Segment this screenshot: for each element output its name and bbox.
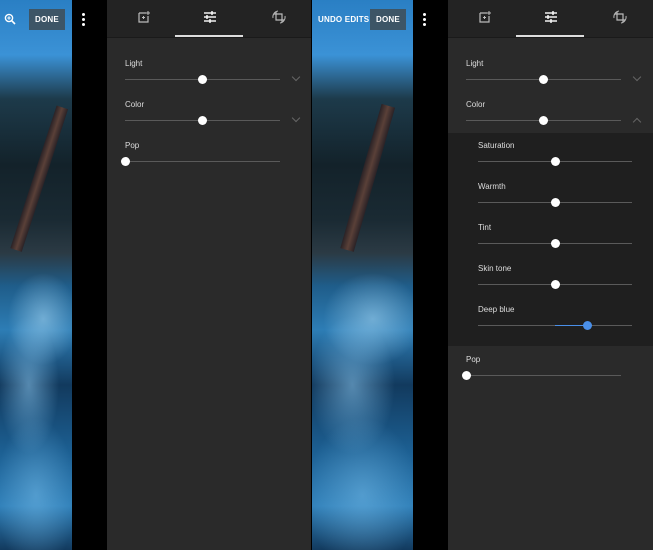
pop-slider[interactable]	[120, 157, 280, 166]
slider-label: Skin tone	[478, 264, 512, 273]
pop-slider[interactable]	[461, 371, 621, 380]
adjust-sliders-icon	[544, 10, 558, 29]
undo-edits-button[interactable]: UNDO EDITS	[318, 15, 369, 24]
light-slider[interactable]	[125, 75, 280, 84]
color-slider[interactable]	[466, 116, 621, 125]
slider-label: Light	[125, 59, 143, 68]
deep-blue-slider[interactable]	[478, 321, 632, 330]
crop-rotate-icon	[612, 9, 628, 30]
chevron-down-icon[interactable]	[291, 113, 301, 123]
photo-preview	[312, 0, 413, 550]
light-slider[interactable]	[466, 75, 621, 84]
chevron-up-icon[interactable]	[632, 117, 642, 127]
color-expanded-section	[448, 133, 653, 346]
auto-enhance-tab[interactable]	[134, 9, 154, 29]
adjust-sliders-tab[interactable]	[541, 9, 561, 29]
slider-thumb[interactable]	[539, 75, 548, 84]
slider-label: Warmth	[478, 182, 506, 191]
skin-tone-slider[interactable]	[478, 280, 632, 289]
chevron-down-icon[interactable]	[632, 72, 642, 82]
warmth-slider[interactable]	[478, 198, 632, 207]
auto-enhance-tab[interactable]	[475, 9, 495, 29]
done-button[interactable]: DONE	[370, 9, 406, 30]
adjust-panel: Light Color Saturation Warmth Tint Skin tone D…	[448, 0, 653, 550]
adjust-sliders-icon	[203, 10, 217, 29]
slider-thumb[interactable]	[550, 198, 560, 207]
slider-thumb[interactable]	[198, 116, 207, 125]
slider-thumb[interactable]	[120, 157, 130, 166]
crop-rotate-tab[interactable]	[269, 9, 289, 29]
tint-slider[interactable]	[478, 239, 632, 248]
slider-thumb[interactable]	[461, 371, 471, 380]
photo-preview	[0, 0, 72, 550]
done-button[interactable]: DONE	[29, 9, 65, 30]
crop-rotate-tab[interactable]	[610, 9, 630, 29]
crop-rotate-icon	[271, 9, 287, 30]
slider-label: Light	[466, 59, 484, 68]
adjust-sliders-tab[interactable]	[200, 9, 220, 29]
slider-thumb[interactable]	[550, 280, 560, 289]
slider-thumb[interactable]	[539, 116, 548, 125]
slider-thumb[interactable]	[582, 321, 592, 330]
auto-enhance-icon	[137, 10, 151, 29]
color-slider[interactable]	[125, 116, 280, 125]
slider-label: Tint	[478, 223, 492, 232]
slider-label: Color	[466, 100, 486, 109]
more-vertical-icon[interactable]	[82, 13, 85, 26]
auto-enhance-icon	[478, 10, 492, 29]
more-vertical-icon[interactable]	[423, 13, 426, 26]
slider-thumb[interactable]	[198, 75, 207, 84]
adjust-panel: Light Color Pop	[107, 0, 311, 550]
slider-label: Saturation	[478, 141, 515, 150]
saturation-slider[interactable]	[478, 157, 632, 166]
slider-label: Deep blue	[478, 305, 515, 314]
active-tab-indicator	[175, 35, 243, 37]
slider-label: Pop	[125, 141, 140, 150]
slider-thumb[interactable]	[550, 239, 560, 248]
slider-label: Color	[125, 100, 145, 109]
chevron-down-icon[interactable]	[291, 72, 301, 82]
zoom-in-icon[interactable]	[4, 12, 16, 30]
slider-label: Pop	[466, 355, 481, 364]
active-tab-indicator	[516, 35, 584, 37]
slider-thumb[interactable]	[550, 157, 560, 166]
